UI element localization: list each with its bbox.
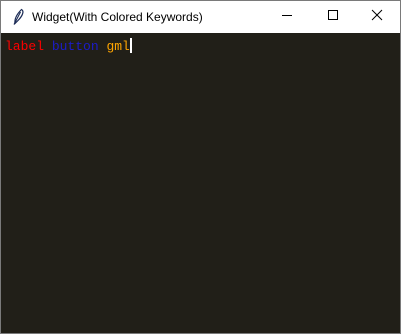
editor-line: label button gml (5, 38, 132, 54)
keyword-label-token: label (5, 39, 45, 54)
window-title: Widget(With Colored Keywords) (32, 10, 203, 24)
close-icon (371, 8, 383, 26)
minimize-button[interactable] (264, 1, 310, 33)
title-bar[interactable]: Widget(With Colored Keywords) (1, 1, 400, 33)
app-window: Widget(With Colored Keywords) label butt… (0, 0, 401, 334)
minimize-icon (281, 8, 293, 26)
close-button[interactable] (354, 1, 400, 33)
maximize-icon (327, 8, 339, 26)
text-cursor (129, 38, 132, 53)
keyword-button-token: button (51, 39, 99, 54)
keyword-gml-token: gml (106, 39, 130, 54)
maximize-button[interactable] (310, 1, 356, 33)
text-editor[interactable]: label button gml (1, 33, 400, 333)
feather-icon (10, 8, 26, 26)
